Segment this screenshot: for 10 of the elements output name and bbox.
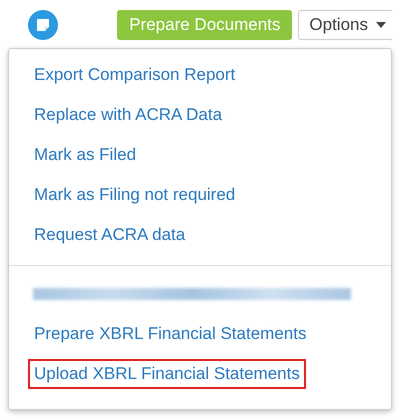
menu-item[interactable]: Upload XBRL Financial Statements: [28, 359, 306, 389]
menu-item[interactable]: Replace with ACRA Data: [30, 100, 226, 130]
options-button[interactable]: Options: [298, 10, 392, 40]
menu-item[interactable]: Mark as Filed: [30, 140, 140, 170]
menu-item[interactable]: Prepare XBRL Financial Statements: [30, 319, 310, 349]
menu-item[interactable]: Mark as Filing not required: [30, 180, 240, 210]
menu-item[interactable]: Request ACRA data: [30, 220, 190, 250]
menu-item[interactable]: Export Comparison Report: [30, 60, 240, 90]
note-icon[interactable]: [28, 10, 58, 40]
caret-icon: [376, 22, 386, 28]
